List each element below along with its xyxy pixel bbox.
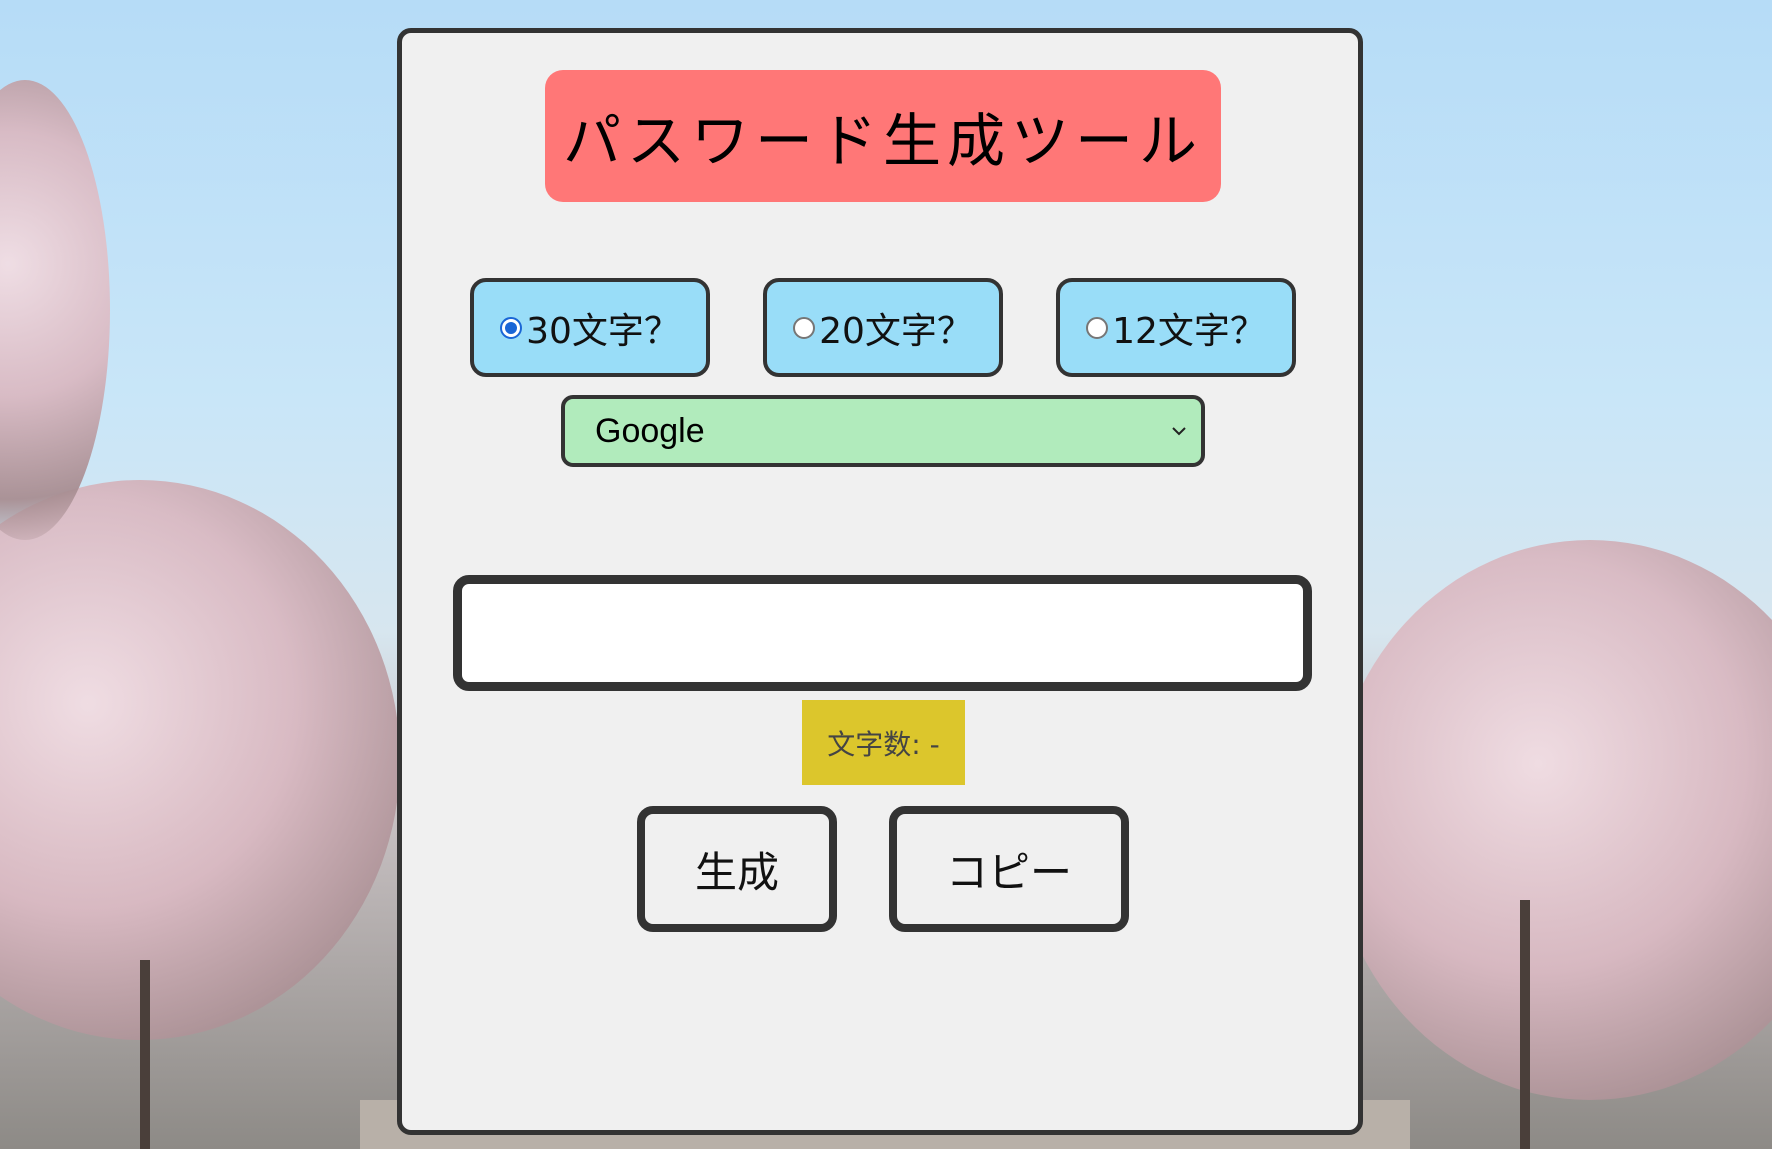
option-12-chars[interactable]: 12文字？: [1056, 278, 1296, 377]
char-count-badge: 文字数: -: [802, 700, 965, 785]
option-30-chars[interactable]: 30文字？: [470, 278, 710, 377]
service-select-value: Google: [595, 411, 705, 450]
option-30-chars-label: 30文字？: [526, 310, 680, 352]
cherry-tree-right: [1330, 540, 1772, 1100]
copy-button[interactable]: コピー: [889, 806, 1129, 932]
radio-30-chars[interactable]: [500, 316, 523, 339]
chevron-down-icon: [1172, 427, 1186, 436]
page-title: パスワード生成ツール: [545, 70, 1221, 202]
cherry-tree-left: [0, 480, 400, 1040]
radio-12-chars[interactable]: [1086, 316, 1109, 339]
radio-20-chars[interactable]: [793, 316, 816, 339]
cherry-tree-left-top: [0, 80, 110, 540]
service-select[interactable]: Google: [561, 395, 1205, 467]
tree-trunk: [140, 960, 150, 1149]
generate-button[interactable]: 生成: [637, 806, 837, 932]
option-12-chars-label: 12文字？: [1112, 310, 1266, 352]
tree-trunk: [1520, 900, 1530, 1149]
option-20-chars-label: 20文字？: [819, 310, 973, 352]
option-20-chars[interactable]: 20文字？: [763, 278, 1003, 377]
password-output[interactable]: [453, 575, 1312, 691]
